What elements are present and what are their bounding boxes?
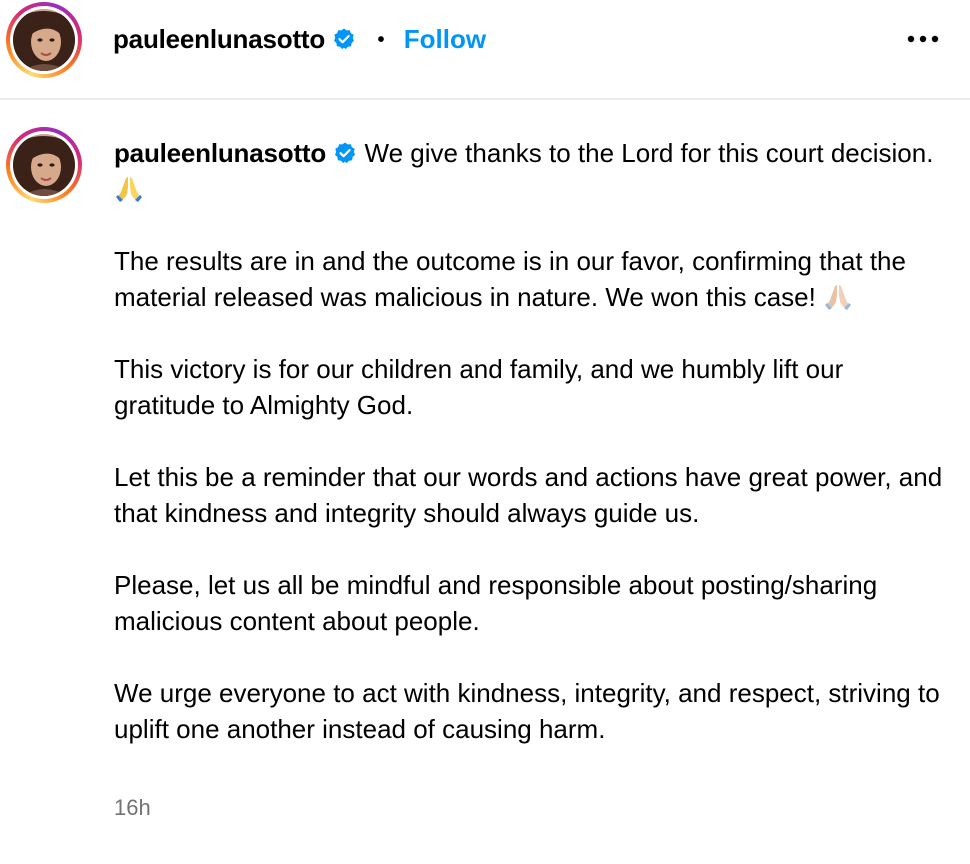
caption-paragraph: We urge everyone to act with kindness, i… bbox=[114, 678, 940, 744]
post-header: pauleenlunasotto • Follow bbox=[0, 0, 970, 100]
caption-paragraph: This victory is for our children and fam… bbox=[114, 354, 844, 420]
caption-avatar[interactable] bbox=[6, 127, 82, 203]
follow-button[interactable]: Follow bbox=[404, 24, 486, 54]
separator-dot: • bbox=[377, 29, 385, 51]
caption-first-paragraph: pauleenlunasotto We give thanks to the L… bbox=[114, 135, 944, 207]
caption-paragraph-text: The results are in and the outcome is in… bbox=[114, 246, 906, 312]
avatar-photo bbox=[13, 134, 75, 196]
header-username[interactable]: pauleenlunasotto bbox=[113, 24, 325, 54]
avatar-photo bbox=[13, 9, 75, 71]
post-caption: pauleenlunasotto We give thanks to the L… bbox=[114, 135, 944, 783]
caption-paragraph: The results are in and the outcome is in… bbox=[114, 243, 944, 315]
profile-avatar[interactable] bbox=[6, 2, 82, 78]
post-timestamp[interactable]: 16h bbox=[114, 795, 151, 821]
header-user-line: pauleenlunasotto • Follow bbox=[113, 22, 486, 56]
caption-paragraph: Please, let us all be mindful and respon… bbox=[114, 570, 878, 636]
verified-badge-icon bbox=[332, 25, 356, 50]
caption-username[interactable]: pauleenlunasotto bbox=[114, 138, 326, 168]
praying-hands-icon bbox=[114, 173, 144, 203]
caption-first-line: We give thanks to the Lord for this cour… bbox=[357, 138, 934, 168]
praying-hands-icon bbox=[823, 281, 853, 311]
verified-badge-icon bbox=[333, 138, 357, 164]
more-horizontal-icon[interactable] bbox=[903, 22, 943, 56]
caption-paragraph: Let this be a reminder that our words an… bbox=[114, 462, 943, 528]
